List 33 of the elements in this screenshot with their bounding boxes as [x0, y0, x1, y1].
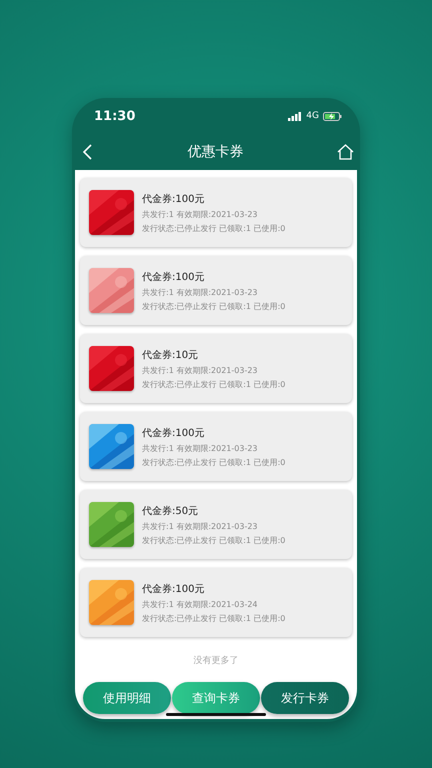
status-time: 11:30 — [94, 108, 136, 124]
action-button[interactable]: 发行卡券 — [261, 682, 349, 714]
network-label: 4G — [306, 111, 319, 121]
coupon-name: 代金券:100元 — [142, 192, 206, 206]
coupon-name: 代金券:50元 — [142, 504, 200, 518]
coupon-status: 发行状态:已停止发行 已领取:1 已使用:0 — [142, 300, 286, 312]
coupon-issue: 共发行:1 有效期限:2021-03-23 — [142, 520, 259, 532]
coupon-status: 发行状态:已停止发行 已领取:1 已使用:0 — [142, 534, 286, 546]
coupon-card[interactable]: 代金券:100元 共发行:1 有效期限:2021-03-23 发行状态:已停止发行 已领取:1 已使用:0 — [80, 256, 352, 325]
coupon-name: 代金券:10元 — [142, 348, 200, 362]
coupon-issue: 共发行:1 有效期限:2021-03-24 — [142, 598, 259, 610]
coupon-status: 发行状态:已停止发行 已领取:1 已使用:0 — [142, 456, 286, 468]
coupon-card[interactable]: 代金券:100元 共发行:1 有效期限:2021-03-24 发行状态:已停止发行 已领取:1 已使用:0 — [80, 568, 352, 637]
coupon-issue: 共发行:1 有效期限:2021-03-23 — [142, 442, 259, 454]
coupon-status: 发行状态:已停止发行 已领取:1 已使用:0 — [142, 378, 286, 390]
coupon-name: 代金券:100元 — [142, 582, 206, 596]
coupon-card[interactable]: 代金券:10元 共发行:1 有效期限:2021-03-23 发行状态:已停止发行 已领取:1 已使用:0 — [80, 334, 352, 403]
coupon-issue: 共发行:1 有效期限:2021-03-23 — [142, 208, 259, 220]
coupon-card[interactable]: 代金券:100元 共发行:1 有效期限:2021-03-23 发行状态:已停止发行 已领取:1 已使用:0 — [80, 178, 352, 247]
coupon-issue: 共发行:1 有效期限:2021-03-23 — [142, 286, 259, 298]
coupon-issue: 共发行:1 有效期限:2021-03-23 — [142, 364, 259, 376]
coupon-status: 发行状态:已停止发行 已领取:1 已使用:0 — [142, 612, 286, 624]
signal-icon — [288, 112, 302, 120]
coupon-status: 发行状态:已停止发行 已领取:1 已使用:0 — [142, 222, 286, 234]
page-title: 优惠卡券 — [188, 143, 244, 161]
coupon-card[interactable]: 代金券:100元 共发行:1 有效期限:2021-03-23 发行状态:已停止发行 已领取:1 已使用:0 — [80, 412, 352, 481]
battery-charging-icon — [323, 112, 342, 120]
coupon-name: 代金券:100元 — [142, 426, 206, 440]
coupon-name: 代金券:100元 — [142, 270, 206, 284]
home-icon[interactable] — [337, 144, 354, 160]
coupon-card[interactable]: 代金券:50元 共发行:1 有效期限:2021-03-23 发行状态:已停止发行 已领取:1 已使用:0 — [80, 490, 352, 559]
back-icon[interactable] — [82, 144, 94, 160]
list-end-text: 没有更多了 — [192, 654, 240, 667]
